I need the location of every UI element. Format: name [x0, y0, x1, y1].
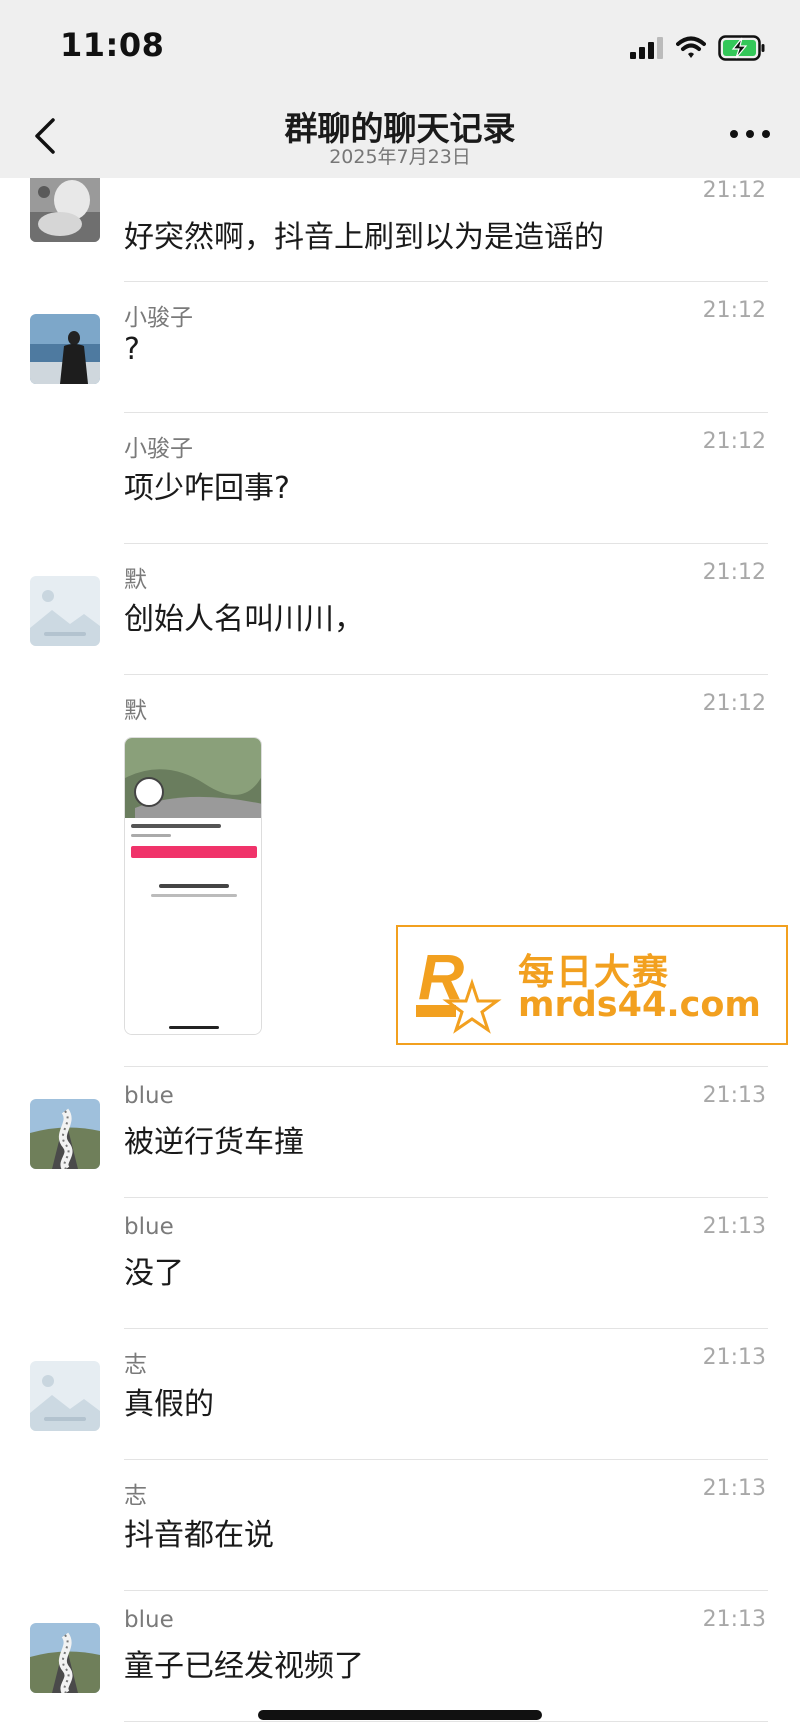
road-sculpture-avatar-icon [30, 1099, 100, 1169]
list-item[interactable]: blue 21:13 没了 [0, 1198, 800, 1329]
status-bar: 11:08 [0, 0, 800, 100]
message-time: 21:12 [702, 560, 766, 585]
message-text: 项少咋回事? [124, 471, 290, 506]
sender-name: 默 [124, 567, 147, 593]
message-text: 好突然啊，抖音上刷到以为是造谣的 [124, 220, 604, 255]
list-item[interactable]: blue 21:13 被逆行货车撞 [0, 1067, 800, 1198]
avatar[interactable] [30, 576, 100, 646]
page-date: 2025年7月23日 [329, 146, 471, 168]
seaside-person-avatar-icon [30, 314, 100, 384]
placeholder-image-avatar-icon [30, 1361, 100, 1431]
list-item[interactable]: 小骏子 21:12 项少咋回事? [0, 413, 800, 544]
status-icons [630, 34, 766, 62]
message-text: 创始人名叫川川， [124, 602, 364, 637]
list-item[interactable]: 小骏子 21:12 ? [0, 282, 800, 413]
status-time: 11:08 [60, 26, 165, 64]
message-time: 21:13 [702, 1476, 766, 1501]
sender-name: 小骏子 [124, 436, 193, 462]
message-time: 21:13 [702, 1607, 766, 1632]
list-item[interactable]: blue 21:13 童子已经发视频了 [0, 1591, 800, 1722]
more-options-icon[interactable] [728, 122, 772, 146]
sender-name: 默 [124, 698, 147, 724]
message-time: 21:12 [702, 429, 766, 454]
avatar[interactable] [30, 1361, 100, 1431]
avatar[interactable] [30, 1623, 100, 1693]
message-time: 21:12 [702, 178, 766, 203]
sender-name: blue [124, 1607, 174, 1633]
message-time: 21:12 [702, 691, 766, 716]
list-item[interactable]: 默 21:12 创始人名叫川川， [0, 544, 800, 675]
battery-charging-icon [718, 35, 765, 61]
road-sculpture-avatar-icon [30, 1623, 100, 1693]
divider [124, 1721, 768, 1722]
avatar[interactable] [30, 1099, 100, 1169]
list-item[interactable]: 志 21:13 真假的 [0, 1329, 800, 1460]
message-time: 21:12 [702, 298, 766, 323]
phone-screenshot-image [125, 738, 261, 1034]
message-time: 21:13 [702, 1214, 766, 1239]
placeholder-image-avatar-icon [30, 576, 100, 646]
message-text: 童子已经发视频了 [124, 1649, 364, 1684]
sender-name: blue [124, 1214, 174, 1240]
watermark-overlay: R 每日大赛 mrds44.com [396, 925, 788, 1045]
message-time: 21:13 [702, 1083, 766, 1108]
sender-name: blue [124, 1083, 174, 1109]
message-text: 抖音都在说 [124, 1518, 274, 1553]
watermark-url: mrds44.com [518, 985, 761, 1025]
avatar[interactable] [30, 178, 100, 242]
home-indicator[interactable] [258, 1710, 542, 1720]
message-text: 没了 [124, 1256, 184, 1291]
list-item[interactable]: 21:12 好突然啊，抖音上刷到以为是造谣的 [0, 178, 800, 282]
avatar[interactable] [30, 314, 100, 384]
navigation-bar: 群聊的聊天记录 2025年7月23日 [0, 100, 800, 178]
list-item[interactable]: 志 21:13 抖音都在说 [0, 1460, 800, 1591]
watermark-logo: R [416, 941, 502, 1034]
sender-name: 志 [124, 1352, 147, 1378]
message-text: 被逆行货车撞 [124, 1125, 304, 1160]
message-text: ? [124, 332, 140, 367]
sender-name: 志 [124, 1483, 147, 1509]
gray-figure-avatar-icon [30, 178, 100, 242]
message-time: 21:13 [702, 1345, 766, 1370]
image-message[interactable] [124, 737, 262, 1035]
wifi-icon [676, 36, 706, 58]
cellular-signal-icon [630, 37, 663, 59]
sender-name: 小骏子 [124, 305, 193, 331]
message-text: 真假的 [124, 1387, 214, 1422]
